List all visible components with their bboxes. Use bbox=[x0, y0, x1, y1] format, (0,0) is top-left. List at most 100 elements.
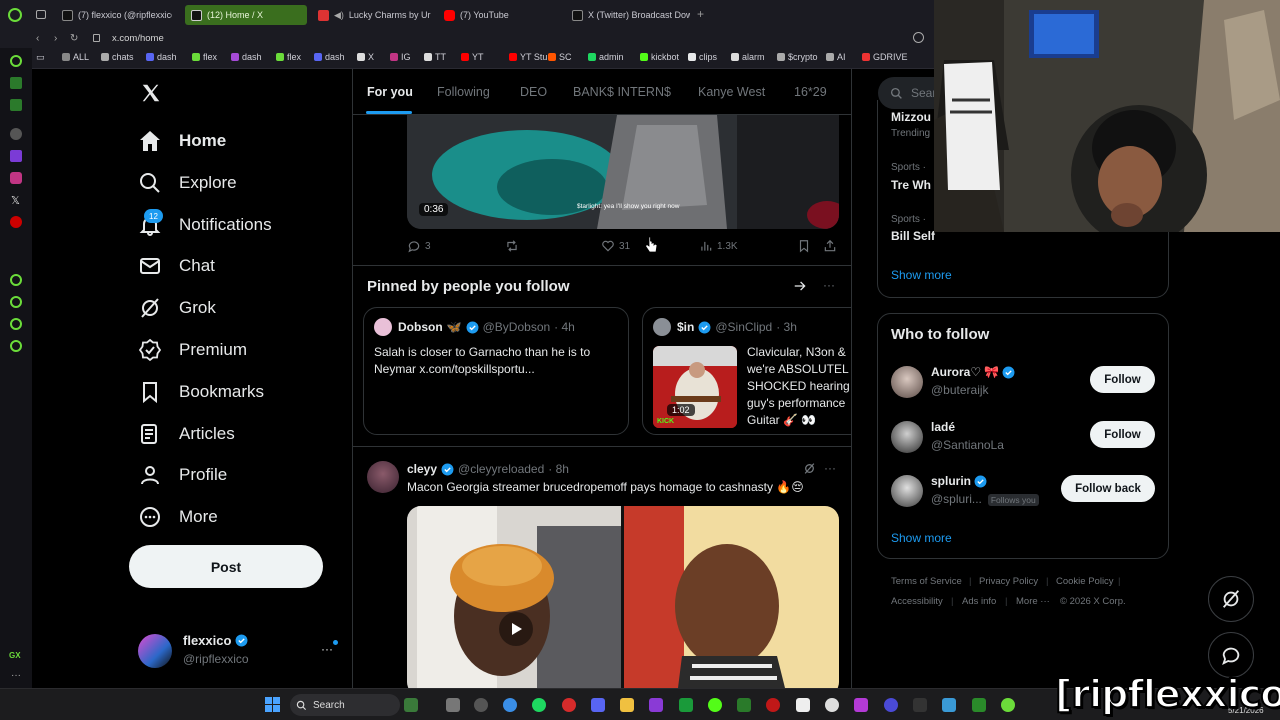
sidebar-app-icon[interactable] bbox=[10, 77, 22, 89]
sidebar-x-icon[interactable]: 𝕏 bbox=[11, 194, 20, 207]
sidebar-settings-icon[interactable] bbox=[10, 340, 22, 352]
bookmark-item[interactable]: GDRIVE bbox=[862, 52, 908, 62]
nav-chat[interactable]: Chat bbox=[138, 245, 215, 287]
new-tab-plus-icon[interactable]: + bbox=[697, 7, 704, 21]
trends-show-more-link[interactable]: Show more bbox=[891, 268, 952, 282]
taskbar-app-icon[interactable] bbox=[913, 698, 927, 712]
like-button[interactable]: 31 bbox=[601, 239, 630, 253]
bookmark-item[interactable]: AI bbox=[826, 52, 846, 62]
sidebar-more-icon[interactable]: ··· bbox=[11, 670, 21, 681]
tab-flexxico-profile[interactable]: (7) flexxico (@ripflexxico) bbox=[56, 5, 172, 25]
sidebar-app-icon[interactable] bbox=[10, 216, 22, 228]
arrow-right-icon[interactable] bbox=[793, 279, 807, 293]
bookmark-folder-icon[interactable]: ▭ bbox=[36, 52, 45, 63]
follow-back-button[interactable]: Follow back bbox=[1061, 475, 1155, 502]
tab-for-you[interactable]: For you bbox=[367, 69, 413, 115]
back-icon[interactable]: ‹ bbox=[36, 33, 39, 44]
bookmark-item[interactable]: $crypto bbox=[777, 52, 818, 62]
forward-icon[interactable]: › bbox=[54, 33, 57, 44]
footer-accessibility-link[interactable]: Accessibility bbox=[891, 596, 943, 607]
taskbar-app-icon[interactable] bbox=[708, 698, 722, 712]
bookmark-item[interactable]: alarm bbox=[731, 52, 765, 62]
taskbar-app-icon[interactable] bbox=[942, 698, 956, 712]
taskbar-app-icon[interactable] bbox=[474, 698, 488, 712]
x-logo-icon[interactable] bbox=[140, 82, 162, 104]
sidebar-instagram-icon[interactable] bbox=[10, 172, 22, 184]
nav-grok[interactable]: Grok bbox=[138, 287, 216, 329]
tab-youtube[interactable]: (7) YouTube bbox=[438, 5, 558, 25]
wtf-show-more-link[interactable]: Show more bbox=[891, 531, 952, 545]
account-switcher[interactable]: flexxico @ripflexxico ··· bbox=[138, 632, 348, 672]
taskbar-search[interactable]: Search bbox=[290, 694, 400, 716]
url-field[interactable]: x.com/home bbox=[112, 33, 164, 44]
bookmark-item[interactable]: ALL bbox=[62, 52, 89, 62]
tab-following[interactable]: Following bbox=[437, 69, 490, 115]
taskbar-app-icon[interactable] bbox=[649, 698, 663, 712]
nav-home[interactable]: Home bbox=[138, 120, 226, 162]
taskbar-app-icon[interactable] bbox=[1001, 698, 1015, 712]
taskbar-app-icon[interactable] bbox=[884, 698, 898, 712]
nav-bookmarks[interactable]: Bookmarks bbox=[138, 371, 264, 413]
tab-home-x[interactable]: (12) Home / X bbox=[185, 5, 307, 25]
bookmark-item[interactable]: TT bbox=[424, 52, 446, 62]
opera-gx-logo-icon[interactable] bbox=[8, 8, 22, 22]
tab-deo[interactable]: DEO bbox=[520, 69, 547, 115]
zoom-icon[interactable] bbox=[913, 32, 924, 43]
trend-name[interactable]: Mizzou bbox=[891, 110, 931, 124]
bookmark-item[interactable]: dash bbox=[231, 52, 262, 62]
taskbar-discord-icon[interactable] bbox=[591, 698, 605, 712]
taskbar-explorer-icon[interactable] bbox=[620, 698, 634, 712]
bookmark-item[interactable]: YT bbox=[461, 52, 484, 62]
nav-explore[interactable]: Explore bbox=[138, 162, 237, 204]
follow-suggestion[interactable]: splurin @spluri... Follows you Follow bac… bbox=[878, 469, 1168, 517]
taskbar-xbox-icon[interactable] bbox=[679, 698, 693, 712]
taskbar-app-icon[interactable] bbox=[972, 698, 986, 712]
trend-name[interactable]: Tre Wh bbox=[891, 178, 931, 192]
tab-kanye-west[interactable]: Kanye West bbox=[698, 69, 765, 115]
tab-bank-interns[interactable]: BANK$ INTERN$ bbox=[573, 69, 671, 115]
nav-more[interactable]: More bbox=[138, 496, 218, 538]
taskbar-app-icon[interactable] bbox=[854, 698, 868, 712]
play-button[interactable] bbox=[499, 612, 533, 646]
bookmark-item[interactable]: X bbox=[357, 52, 374, 62]
bookmark-item[interactable]: dash bbox=[314, 52, 345, 62]
account-more-icon[interactable]: ··· bbox=[321, 642, 333, 656]
tab-workspace-icon[interactable] bbox=[36, 10, 46, 19]
sidebar-history-icon[interactable] bbox=[10, 296, 22, 308]
footer-privacy-link[interactable]: Privacy Policy bbox=[979, 576, 1038, 587]
bookmark-item[interactable]: chats bbox=[101, 52, 134, 62]
sidebar-ai-icon[interactable] bbox=[10, 128, 22, 140]
follow-button[interactable]: Follow bbox=[1090, 421, 1155, 448]
sidebar-player-icon[interactable] bbox=[10, 274, 22, 286]
post-time[interactable]: · 8h bbox=[548, 462, 569, 476]
follow-button[interactable]: Follow bbox=[1090, 366, 1155, 393]
tab-lucky-charms[interactable]: ◀) Lucky Charms by Ur bbox=[312, 5, 432, 25]
bookmark-item[interactable]: dash bbox=[146, 52, 177, 62]
taskbar-widgets-icon[interactable] bbox=[404, 698, 418, 712]
sidebar-twitch-icon[interactable] bbox=[10, 150, 22, 162]
footer-terms-link[interactable]: Terms of Service bbox=[891, 576, 962, 587]
sidebar-app-icon[interactable] bbox=[10, 99, 22, 111]
author-name[interactable]: cleyy bbox=[407, 462, 437, 476]
reload-icon[interactable]: ↻ bbox=[70, 33, 78, 44]
taskbar-opera-icon[interactable] bbox=[562, 698, 576, 712]
video-thumbnail[interactable]: 0:36 $tarlight: yea I'll show you right … bbox=[407, 115, 839, 229]
bookmark-item[interactable]: admin bbox=[588, 52, 624, 62]
nav-articles[interactable]: Articles bbox=[138, 413, 235, 455]
avatar[interactable] bbox=[367, 461, 399, 493]
post-button[interactable]: Post bbox=[129, 545, 323, 588]
footer-ads-link[interactable]: Ads info bbox=[962, 596, 996, 607]
tab-1629[interactable]: 16*29 bbox=[794, 69, 827, 115]
author-handle[interactable]: @cleyyreloaded bbox=[458, 462, 544, 476]
bookmark-item[interactable]: IG bbox=[390, 52, 411, 62]
bookmark-item[interactable]: YT Stu bbox=[509, 52, 547, 62]
taskbar-app-icon[interactable] bbox=[737, 698, 751, 712]
video-thumbnail[interactable]: 1:02 KICK bbox=[653, 346, 737, 428]
nav-profile[interactable]: Profile bbox=[138, 454, 227, 496]
footer-more-link[interactable]: More ··· bbox=[1016, 596, 1050, 607]
views-button[interactable]: 1.3K bbox=[699, 239, 738, 253]
taskbar-spotify-icon[interactable] bbox=[532, 698, 546, 712]
taskbar-chrome-icon[interactable] bbox=[503, 698, 517, 712]
bookmark-item[interactable]: kickbot bbox=[640, 52, 679, 62]
taskbar-app-icon[interactable] bbox=[766, 698, 780, 712]
